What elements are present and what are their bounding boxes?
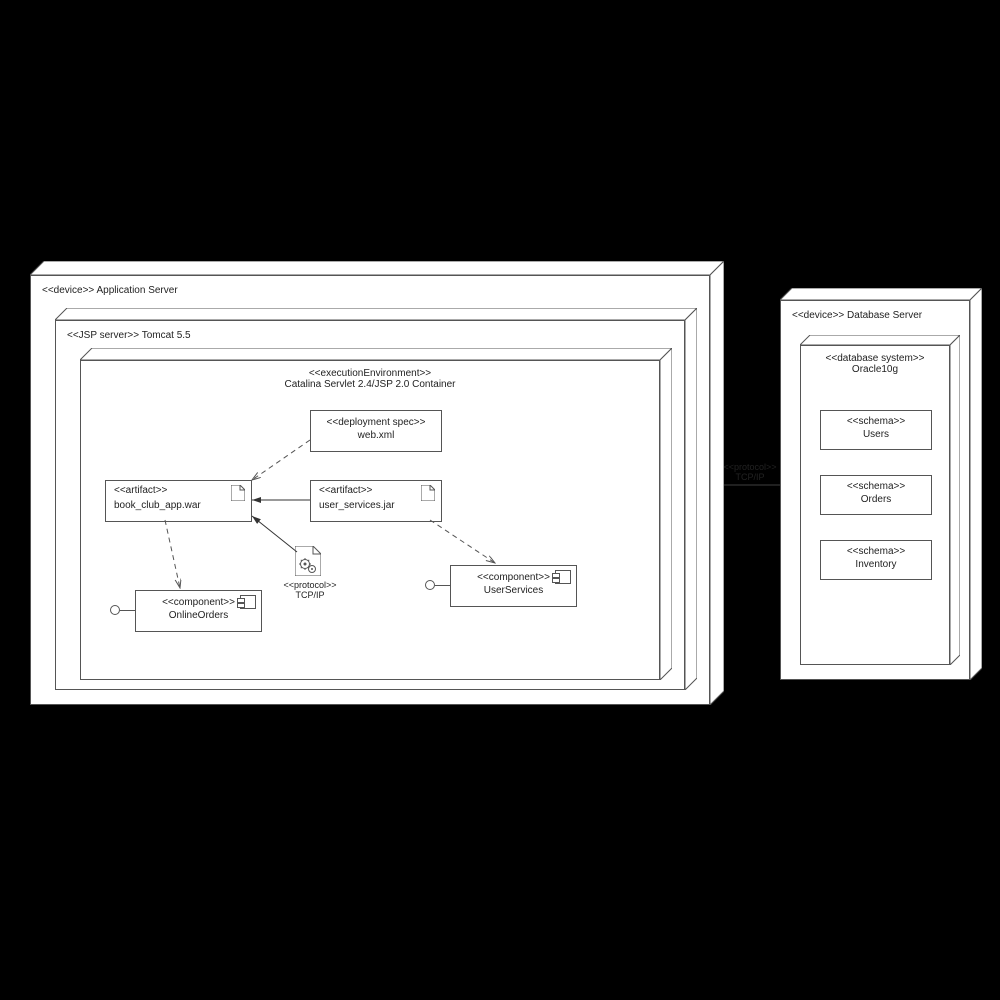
box-deploy-spec: <<deployment spec>> web.xml: [310, 410, 442, 452]
protocol-file-icon: [295, 546, 321, 576]
deployment-diagram: <<device>> Application Server <<JSP serv…: [0, 0, 1000, 1000]
box-component-orders: <<component>> OnlineOrders: [135, 590, 262, 632]
protocol-file-label: <<protocol>> TCP/IP: [275, 580, 345, 600]
box-artifact-war: <<artifact>> book_club_app.war: [105, 480, 252, 522]
component-icon: [555, 570, 571, 584]
box-schema-orders: <<schema>>Orders: [820, 475, 932, 515]
db-server-label: <<device>> Database Server: [792, 310, 922, 321]
link-protocol-label: <<protocol>> TCP/IP: [714, 462, 786, 482]
box-schema-users: <<schema>>Users: [820, 410, 932, 450]
box-artifact-jar: <<artifact>> user_services.jar: [310, 480, 442, 522]
app-server-label: <<device>> Application Server: [42, 285, 178, 296]
artifact-icon: [421, 485, 435, 501]
jsp-server-label: <<JSP server>> Tomcat 5.5: [67, 330, 191, 341]
db-system-label: <<database system>> Oracle10g: [800, 353, 950, 375]
box-schema-inventory: <<schema>>Inventory: [820, 540, 932, 580]
component-icon: [240, 595, 256, 609]
box-component-users: <<component>> UserServices: [450, 565, 577, 607]
artifact-icon: [231, 485, 245, 501]
exec-env-label: <<executionEnvironment>> Catalina Servle…: [80, 368, 660, 390]
